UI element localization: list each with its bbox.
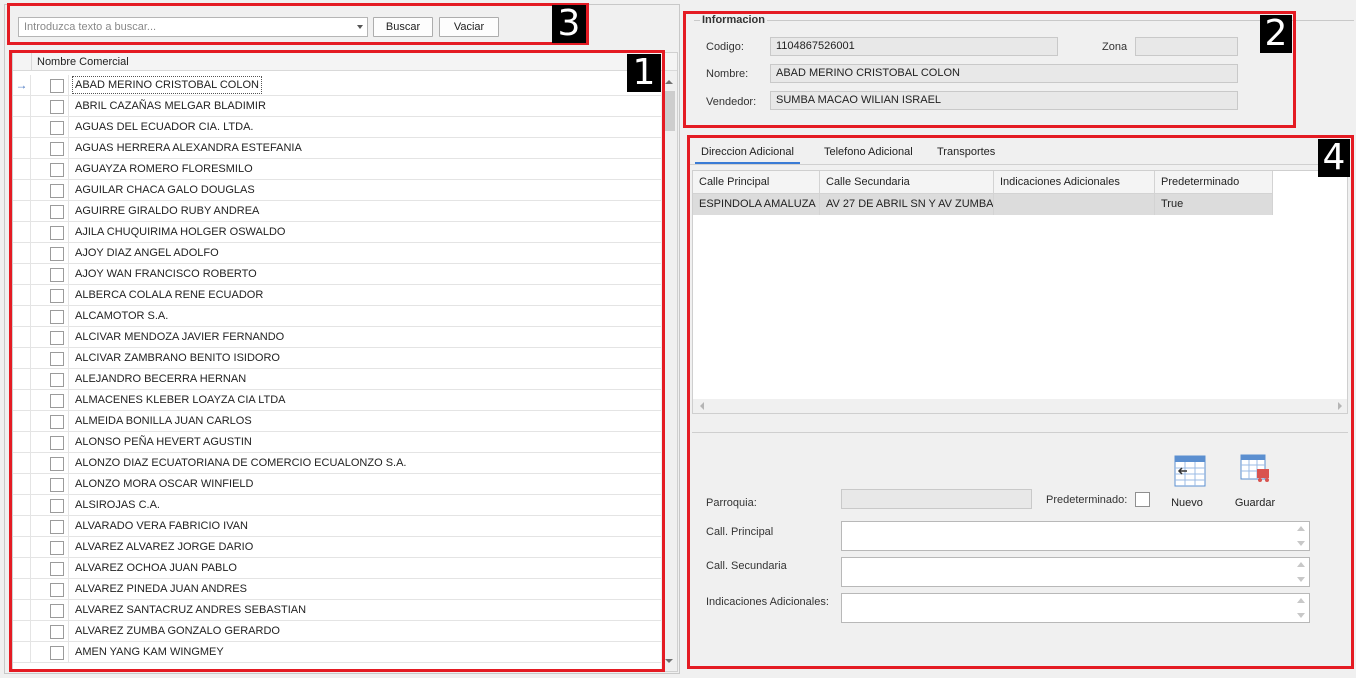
annotation-label-3: 3 [552,5,586,43]
annotation-label-1: 1 [627,54,661,92]
annotation-box-4 [687,135,1354,669]
annotation-label-2: 2 [1260,15,1292,53]
annotation-box-1 [9,50,665,672]
scroll-down-icon[interactable] [665,659,673,663]
scroll-up-icon[interactable] [665,80,673,84]
annotation-label-4: 4 [1318,139,1350,177]
annotation-box-3 [7,3,589,45]
annotation-box-2 [683,11,1296,128]
